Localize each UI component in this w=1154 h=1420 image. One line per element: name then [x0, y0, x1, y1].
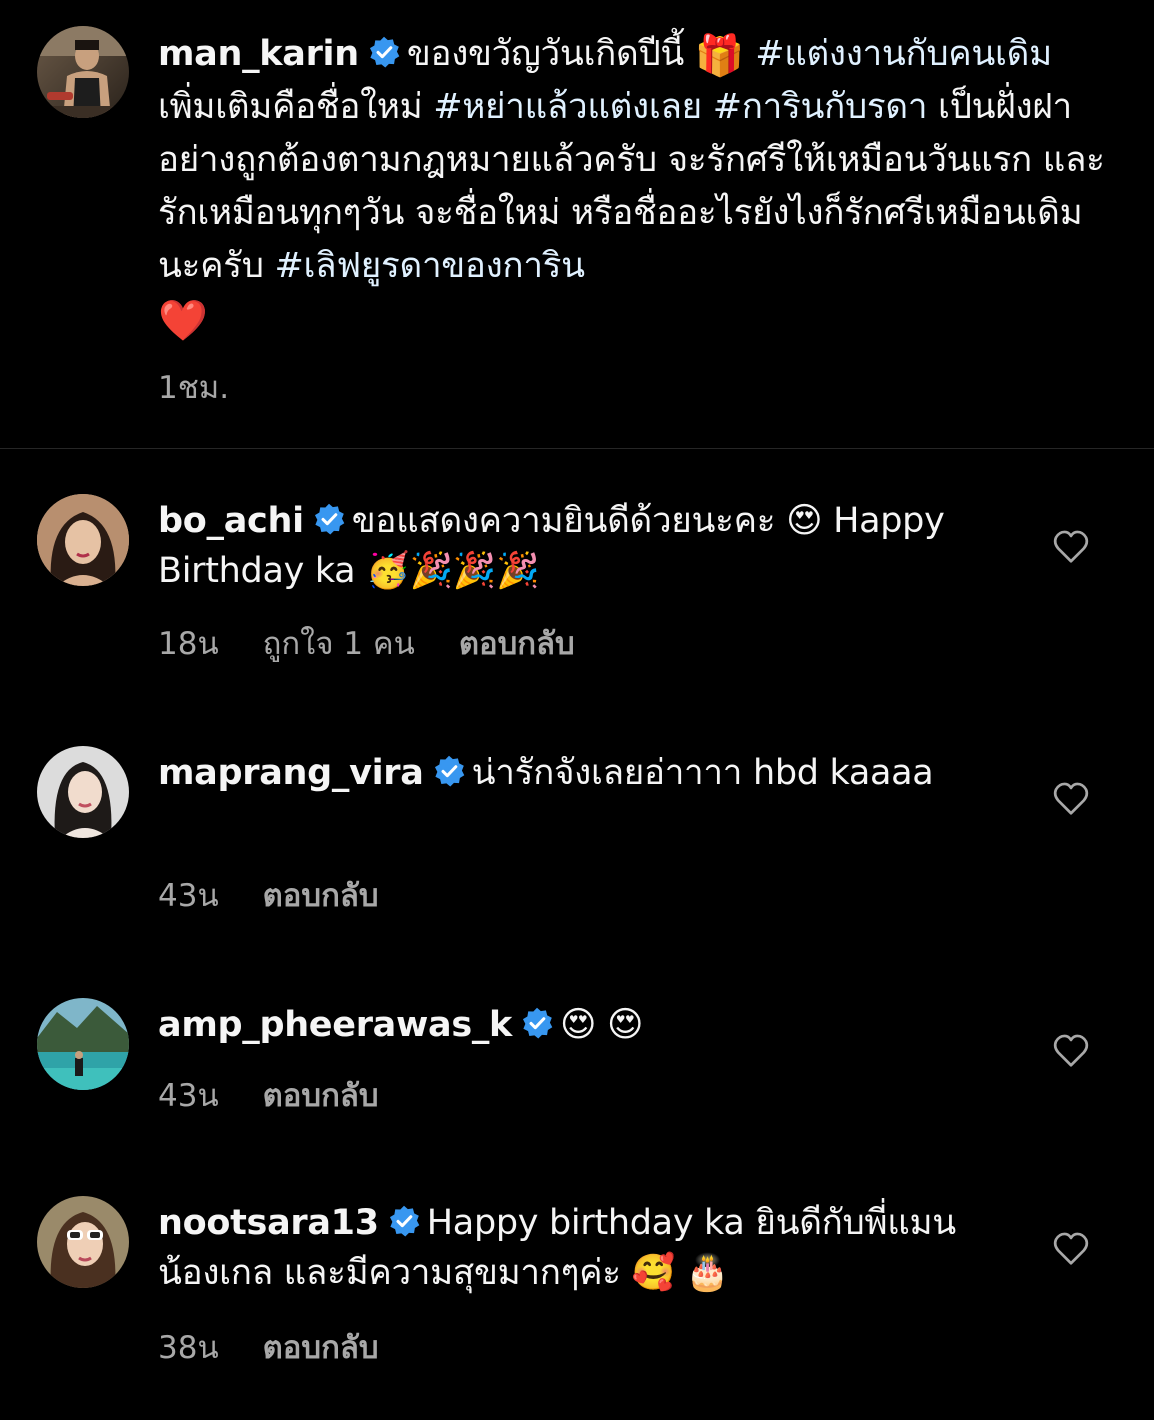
- hashtag-link[interactable]: #แต่งงานกับคนเดิม: [755, 34, 1052, 74]
- red-heart-emoji: ❤️: [158, 298, 208, 344]
- like-button[interactable]: [1052, 1231, 1090, 1267]
- avatar-amp-pheerawas-k-image: [37, 998, 129, 1090]
- comment-message: น่ารักจังเลยอ่าาาา hbd kaaaa: [471, 753, 934, 793]
- reply-button[interactable]: ตอบกลับ: [263, 1078, 379, 1114]
- heart-outline-icon: [1053, 530, 1089, 563]
- comment-text: nootsara13 Happy birthday ka ยินดีกับพี่แ…: [158, 1198, 988, 1298]
- verified-badge-icon: [367, 35, 401, 69]
- comment-message: 😍 😍: [560, 1005, 644, 1045]
- comment-meta: 18น ถูกใจ 1 คน ตอบกลับ: [158, 618, 619, 668]
- comment-username[interactable]: amp_pheerawas_k: [158, 1005, 512, 1045]
- avatar[interactable]: [37, 998, 129, 1090]
- avatar-nootsara13-image: [37, 1196, 129, 1288]
- heart-outline-icon: [1053, 1232, 1089, 1265]
- avatar-maprang-vira-image: [37, 746, 129, 838]
- avatar[interactable]: [37, 746, 129, 838]
- verified-badge-icon: [520, 1006, 554, 1040]
- verified-badge-icon: [312, 502, 346, 536]
- post-text-1: ของขวัญวันเกิดปีนี้: [406, 34, 695, 74]
- comment-timestamp: 43น: [158, 878, 219, 914]
- avatar[interactable]: [37, 1196, 129, 1288]
- avatar-man-karin-image: [37, 26, 129, 118]
- comment-timestamp: 18น: [158, 626, 219, 662]
- comment-timestamp: 38น: [158, 1330, 219, 1366]
- like-button[interactable]: [1052, 1033, 1090, 1069]
- heart-outline-icon: [1053, 782, 1089, 815]
- comment-text: bo_achi ขอแสดงความยินดีด้วยนะคะ 😍 Happy B…: [158, 496, 988, 596]
- hashtag-link[interactable]: #หย่าแล้วแต่งเลย: [433, 87, 702, 127]
- like-button[interactable]: [1052, 781, 1090, 817]
- comment-text: amp_pheerawas_k 😍 😍: [158, 1000, 988, 1050]
- reply-button[interactable]: ตอบกลับ: [263, 878, 379, 914]
- post-text-3: เพิ่มเติมคือชื่อใหม่: [158, 87, 434, 127]
- avatar[interactable]: [37, 26, 129, 118]
- comment-text: maprang_vira น่ารักจังเลยอ่าาาา hbd kaaaa: [158, 748, 988, 798]
- heart-outline-icon: [1053, 1034, 1089, 1067]
- comment-username[interactable]: nootsara13: [158, 1203, 379, 1243]
- gift-emoji: 🎁: [694, 33, 745, 79]
- comment-meta: 43น ตอบกลับ: [158, 1070, 423, 1120]
- comment-username[interactable]: bo_achi: [158, 501, 304, 541]
- post-timestamp: 1ชม.: [158, 370, 230, 406]
- comment-timestamp: 43น: [158, 1078, 219, 1114]
- comment-username[interactable]: maprang_vira: [158, 753, 424, 793]
- comment-meta: 38น ตอบกลับ: [158, 1322, 423, 1372]
- post-meta: 1ชม.: [158, 362, 273, 412]
- post-username[interactable]: man_karin: [158, 34, 359, 74]
- reply-button[interactable]: ตอบกลับ: [263, 1330, 379, 1366]
- post-caption-text: man_karin ของขวัญวันเกิดปีนี้ 🎁 #แต่งงานก…: [158, 28, 1108, 346]
- divider: [0, 448, 1154, 449]
- verified-badge-icon: [432, 754, 466, 788]
- comment-meta: 43น ตอบกลับ: [158, 870, 423, 920]
- comment-like-count[interactable]: ถูกใจ 1 คน: [263, 626, 415, 662]
- like-button[interactable]: [1052, 529, 1090, 565]
- avatar[interactable]: [37, 494, 129, 586]
- post-caption: man_karin ของขวัญวันเกิดปีนี้ 🎁 #แต่งงานก…: [0, 0, 1154, 448]
- hashtag-link[interactable]: #การินกับรดา: [713, 87, 928, 127]
- reply-button[interactable]: ตอบกลับ: [459, 626, 575, 662]
- post-text-4: [702, 87, 713, 127]
- post-text-2: [744, 34, 755, 74]
- hashtag-link[interactable]: #เลิฟยูรดาของการิน: [274, 246, 585, 286]
- verified-badge-icon: [387, 1204, 421, 1238]
- avatar-bo-achi-image: [37, 494, 129, 586]
